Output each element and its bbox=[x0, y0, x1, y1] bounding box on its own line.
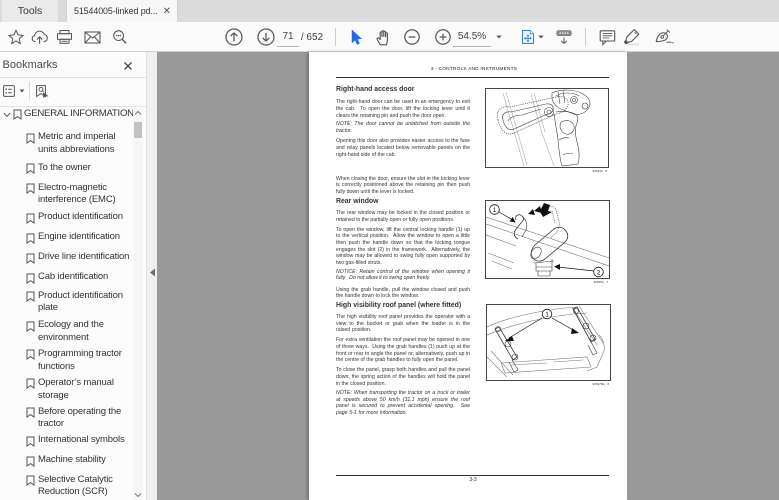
svg-text:1: 1 bbox=[493, 207, 497, 214]
svg-text:2: 2 bbox=[597, 269, 601, 276]
svg-text:1: 1 bbox=[545, 311, 549, 318]
